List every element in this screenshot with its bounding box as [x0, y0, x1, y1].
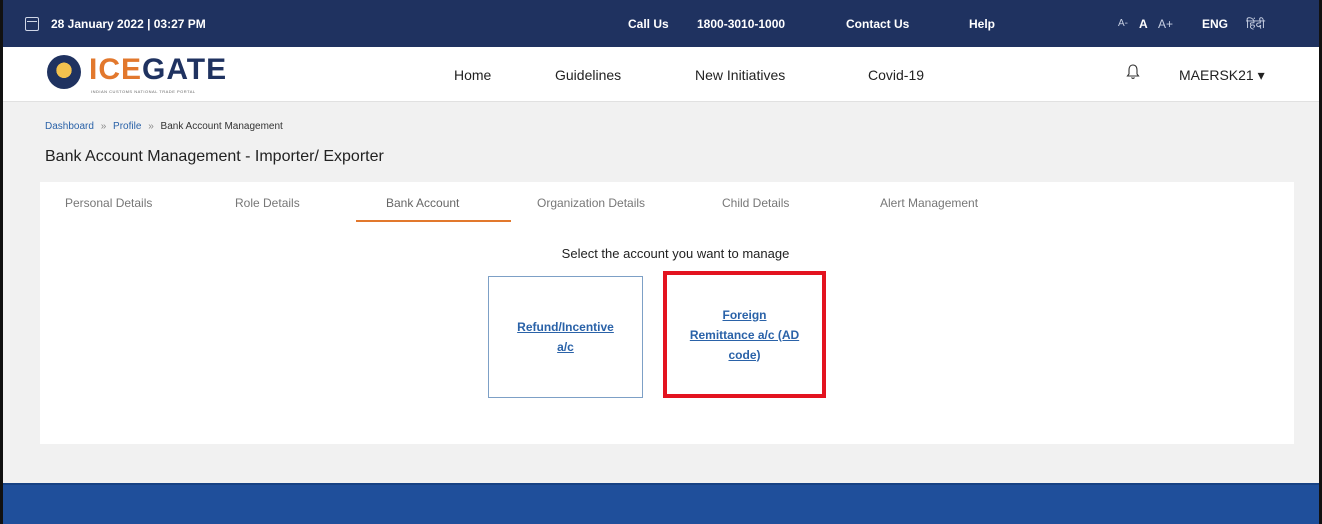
nav-home[interactable]: Home	[454, 67, 491, 83]
bank-account-card: Personal Details Role Details Bank Accou…	[40, 182, 1294, 444]
calendar-icon	[25, 16, 39, 31]
tab-personal-details[interactable]: Personal Details	[65, 196, 152, 210]
breadcrumb-profile[interactable]: Profile	[113, 121, 141, 132]
page-title: Bank Account Management - Importer/ Expo…	[45, 148, 384, 165]
user-menu[interactable]: MAERSK21 ▾	[1179, 67, 1265, 84]
breadcrumb-dashboard[interactable]: Dashboard	[45, 121, 94, 132]
account-select-prompt: Select the account you want to manage	[561, 246, 790, 261]
tab-child-details[interactable]: Child Details	[722, 196, 789, 210]
tab-bank-account[interactable]: Bank Account	[386, 196, 459, 210]
font-normal-button[interactable]: A	[1139, 17, 1148, 31]
nav-covid[interactable]: Covid-19	[868, 67, 924, 83]
active-tab-indicator	[356, 220, 511, 222]
tab-organization-details[interactable]: Organization Details	[537, 196, 645, 210]
emblem-icon	[47, 55, 81, 89]
logo-subtitle: INDIAN CUSTOMS NATIONAL TRADE PORTAL	[91, 89, 196, 94]
refund-incentive-account-button[interactable]: Refund/Incentive a/c	[488, 276, 643, 398]
foreign-remittance-account-button[interactable]: Foreign Remittance a/c (AD code)	[663, 271, 826, 398]
nav-guidelines[interactable]: Guidelines	[555, 67, 621, 83]
font-increase-button[interactable]: A+	[1158, 17, 1173, 31]
date-time: 28 January 2022 | 03:27 PM	[51, 16, 206, 31]
breadcrumb-current: Bank Account Management	[160, 121, 283, 132]
phone-number[interactable]: 1800-3010-1000	[697, 17, 785, 31]
language-english[interactable]: ENG	[1202, 17, 1228, 31]
font-decrease-button[interactable]: A-	[1118, 18, 1128, 29]
help-link[interactable]: Help	[969, 17, 995, 31]
breadcrumb-separator: »	[148, 121, 154, 132]
language-hindi[interactable]: हिंदी	[1246, 15, 1265, 32]
tab-alert-management[interactable]: Alert Management	[880, 196, 978, 210]
breadcrumb-separator: »	[100, 121, 107, 132]
foreign-remittance-account-label: Foreign Remittance a/c (AD code)	[689, 307, 800, 362]
bell-icon[interactable]	[1126, 64, 1140, 80]
breadcrumb: Dashboard » Profile » Bank Account Manag…	[45, 121, 283, 132]
refund-incentive-account-label: Refund/Incentive a/c	[517, 320, 614, 354]
top-bar: 28 January 2022 | 03:27 PM Call Us 1800-…	[3, 0, 1319, 47]
call-us-label: Call Us	[628, 16, 669, 31]
logo-wordmark: ICEGATE	[89, 53, 228, 86]
icegate-logo[interactable]: ICEGATE INDIAN CUSTOMS NATIONAL TRADE PO…	[47, 53, 267, 95]
footer	[3, 483, 1319, 524]
nav-bar: ICEGATE INDIAN CUSTOMS NATIONAL TRADE PO…	[3, 47, 1319, 102]
contact-us-link[interactable]: Contact Us	[846, 17, 909, 31]
tab-role-details[interactable]: Role Details	[235, 196, 300, 210]
nav-new-initiatives[interactable]: New Initiatives	[695, 67, 785, 83]
